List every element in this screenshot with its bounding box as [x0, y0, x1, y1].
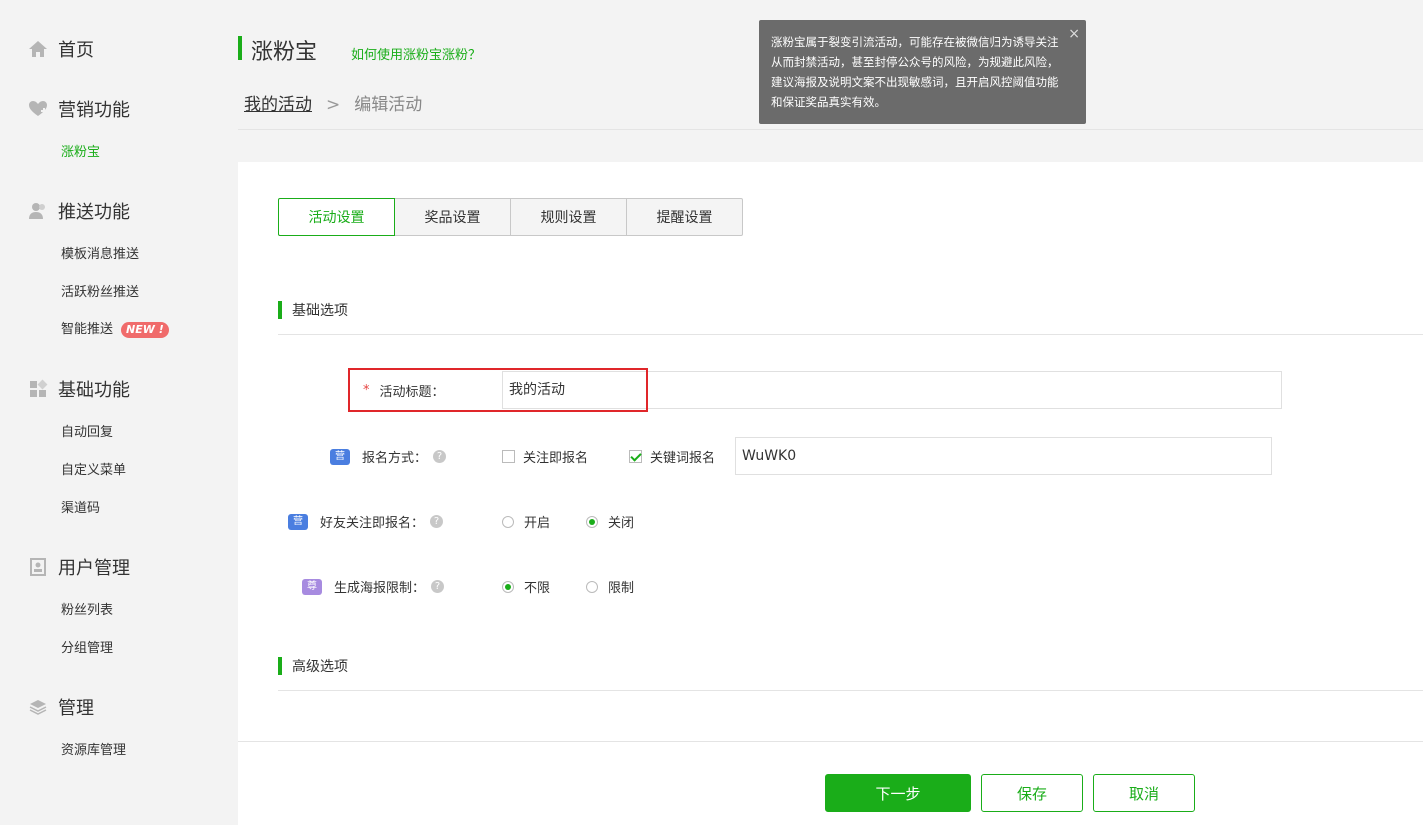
- nav-group-basic[interactable]: 基础功能: [28, 376, 130, 402]
- nav-group-marketing-label: 营销功能: [58, 100, 130, 121]
- sidebar-item-resource-library[interactable]: 资源库管理: [61, 739, 126, 758]
- section-advanced-options: 高级选项: [278, 656, 348, 676]
- friend-follow-label-text: 好友关注即报名：: [320, 516, 425, 531]
- keyword-signup-checkbox[interactable]: 关键词报名: [629, 447, 715, 466]
- radio-icon: [502, 515, 514, 528]
- breadcrumb: 我的活动 > 编辑活动: [244, 90, 422, 115]
- nav-group-manage-label: 管理: [58, 698, 94, 719]
- users-icon: [29, 203, 45, 219]
- sidebar-item-fans-list[interactable]: 粉丝列表: [61, 599, 113, 618]
- signup-method-label: 营 报名方式： ?: [330, 447, 447, 466]
- sidebar-item-group-manage[interactable]: 分组管理: [61, 637, 113, 656]
- tab-prize-settings[interactable]: 奖品设置: [394, 198, 511, 236]
- footer-action-bar: 下一步 保存 取消: [238, 741, 1423, 825]
- follow-to-signup-checkbox[interactable]: 关注即报名: [502, 447, 588, 466]
- friend-follow-on-label: 开启: [524, 516, 551, 531]
- user-card-icon: [30, 558, 46, 576]
- nav-group-manage[interactable]: 管理: [28, 694, 94, 720]
- heart-plus-icon: [29, 101, 47, 116]
- nav-group-basic-label: 基础功能: [58, 380, 130, 401]
- marketing-tag: 营: [288, 513, 308, 530]
- nav-home[interactable]: 首页: [28, 36, 94, 62]
- nav-home-label: 首页: [58, 40, 94, 61]
- section-accent-bar: [278, 657, 282, 675]
- sidebar-item-active-fans-push[interactable]: 活跃粉丝推送: [61, 281, 139, 300]
- grid-icon: [30, 379, 48, 397]
- highlight-box: [348, 368, 648, 412]
- title-accent-bar: [238, 36, 242, 60]
- sidebar-item-auto-reply[interactable]: 自动回复: [61, 421, 113, 440]
- breadcrumb-current: 编辑活动: [354, 95, 423, 115]
- sidebar-item-smart-push[interactable]: 智能推送 NEW !: [61, 318, 169, 338]
- section-divider: [278, 690, 1423, 691]
- friend-follow-off-label: 关闭: [608, 516, 635, 531]
- poster-limited-label: 限制: [608, 581, 635, 596]
- save-button[interactable]: 保存: [981, 774, 1083, 812]
- follow-to-signup-label: 关注即报名: [523, 451, 589, 466]
- breadcrumb-separator: >: [326, 95, 341, 115]
- poster-unlimited-radio[interactable]: 不限: [502, 577, 550, 596]
- layers-icon: [29, 700, 47, 715]
- close-icon[interactable]: ×: [1068, 24, 1080, 44]
- risk-warning-tooltip: 涨粉宝属于裂变引流活动，可能存在被微信归为诱导关注从而封禁活动，甚至封停公众号的…: [759, 20, 1086, 124]
- premium-tag: 尊: [302, 578, 322, 595]
- tooltip-text: 涨粉宝属于裂变引流活动，可能存在被微信归为诱导关注从而封禁活动，甚至封停公众号的…: [771, 35, 1059, 109]
- sidebar-item-zhangfenbao[interactable]: 涨粉宝: [61, 141, 100, 160]
- tab-reminder-settings[interactable]: 提醒设置: [626, 198, 743, 236]
- home-icon: [29, 41, 47, 57]
- help-icon[interactable]: ?: [430, 515, 444, 528]
- poster-limited-radio[interactable]: 限制: [586, 577, 634, 596]
- section-basic-options: 基础选项: [278, 300, 348, 320]
- page-title: 涨粉宝: [251, 40, 318, 65]
- section-accent-bar: [278, 301, 282, 319]
- friend-follow-off-radio[interactable]: 关闭: [586, 512, 634, 531]
- sidebar-item-channel-code[interactable]: 渠道码: [61, 497, 100, 516]
- friend-follow-label: 营 好友关注即报名： ?: [288, 512, 444, 531]
- help-link[interactable]: 如何使用涨粉宝涨粉？: [351, 44, 481, 63]
- nav-group-users-label: 用户管理: [58, 558, 130, 579]
- radio-icon: [586, 580, 598, 593]
- cancel-button[interactable]: 取消: [1093, 774, 1195, 812]
- keyword-input[interactable]: WuWK0: [735, 437, 1272, 475]
- nav-group-push[interactable]: 推送功能: [28, 198, 130, 224]
- friend-follow-on-radio[interactable]: 开启: [502, 512, 550, 531]
- keyword-signup-label: 关键词报名: [650, 451, 716, 466]
- poster-limit-label-text: 生成海报限制：: [334, 581, 426, 596]
- sidebar-item-smart-push-label: 智能推送: [61, 322, 114, 337]
- poster-limit-label: 尊 生成海报限制： ?: [302, 577, 445, 596]
- nav-group-marketing[interactable]: 营销功能: [28, 96, 130, 122]
- sidebar: 首页 营销功能 涨粉宝 推送功能 模板消息推送 活跃粉丝推送 智能推送 NEW !…: [0, 0, 210, 824]
- header-divider: [238, 129, 1423, 130]
- section-basic-label: 基础选项: [292, 303, 348, 319]
- next-step-button[interactable]: 下一步: [825, 774, 971, 812]
- main-panel: 活动设置 奖品设置 规则设置 提醒设置 基础选项 高级选项: [238, 162, 1423, 824]
- checkbox-checked-icon: [629, 450, 642, 463]
- help-icon[interactable]: ?: [431, 580, 445, 593]
- sidebar-item-template-push[interactable]: 模板消息推送: [61, 243, 139, 262]
- radio-checked-icon: [586, 515, 598, 528]
- tab-activity-settings[interactable]: 活动设置: [278, 198, 395, 236]
- tab-rule-settings[interactable]: 规则设置: [510, 198, 627, 236]
- nav-group-users[interactable]: 用户管理: [28, 554, 130, 580]
- sidebar-item-custom-menu[interactable]: 自定义菜单: [61, 459, 126, 478]
- section-advanced-label: 高级选项: [292, 659, 348, 675]
- checkbox-icon: [502, 450, 515, 463]
- new-badge: NEW !: [121, 321, 169, 338]
- settings-tabs: 活动设置 奖品设置 规则设置 提醒设置: [278, 198, 743, 236]
- nav-group-push-label: 推送功能: [58, 202, 130, 223]
- poster-unlimited-label: 不限: [524, 581, 551, 596]
- marketing-tag: 营: [330, 448, 350, 465]
- help-icon[interactable]: ?: [433, 450, 447, 463]
- signup-method-label-text: 报名方式：: [362, 451, 428, 466]
- radio-checked-icon: [502, 580, 514, 593]
- breadcrumb-my-activities[interactable]: 我的活动: [244, 95, 312, 115]
- section-divider: [278, 334, 1423, 335]
